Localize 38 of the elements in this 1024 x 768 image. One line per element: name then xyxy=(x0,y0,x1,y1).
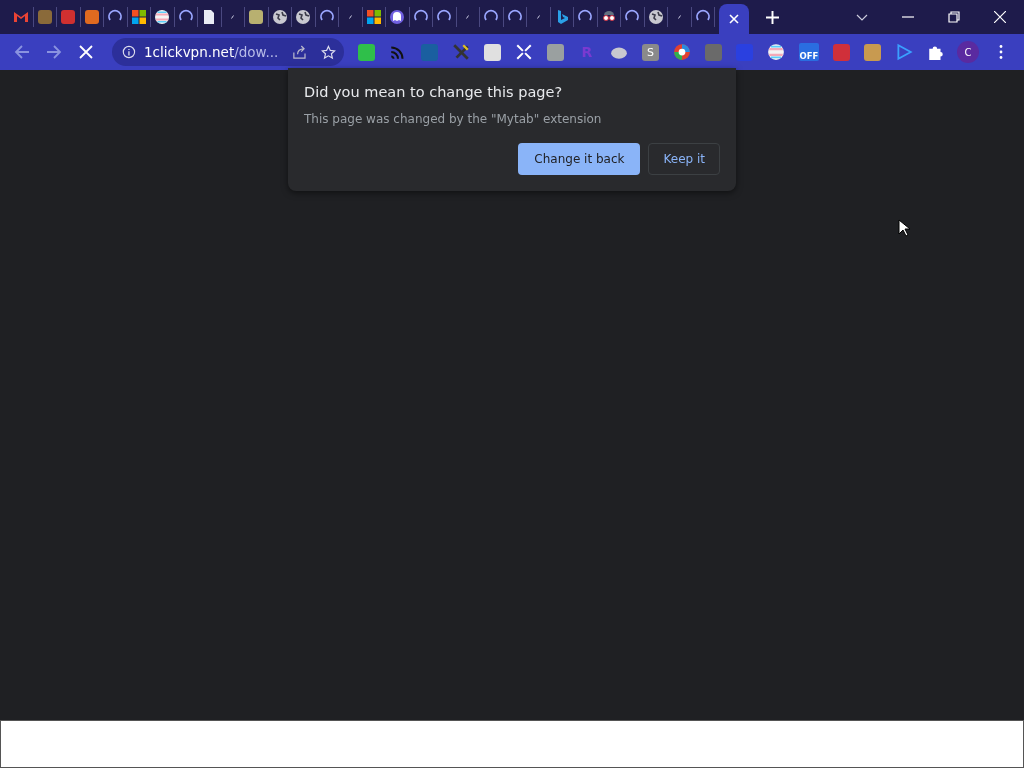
browser-logo-icon[interactable] xyxy=(673,43,691,61)
restore-icon[interactable] xyxy=(948,11,960,23)
windows-icon xyxy=(130,9,147,25)
keep-button[interactable]: Keep it xyxy=(648,143,720,175)
dialog-title: Did you mean to change this page? xyxy=(304,84,564,100)
back-icon[interactable] xyxy=(14,44,30,60)
extension-icon[interactable] xyxy=(864,43,881,61)
forward-icon[interactable] xyxy=(46,44,62,60)
dialog-message: This page was changed by the "Mytab" extension xyxy=(304,112,603,126)
info-icon xyxy=(122,45,136,59)
mail-icon xyxy=(13,9,30,25)
cross-icon[interactable] xyxy=(515,43,533,61)
share-icon[interactable] xyxy=(292,44,308,60)
new-tab-icon[interactable] xyxy=(766,10,779,24)
change-back-button[interactable]: Change it back xyxy=(518,143,641,175)
flag-icon[interactable] xyxy=(767,43,785,61)
windows-icon xyxy=(365,9,382,25)
profile-avatar[interactable]: C xyxy=(957,41,979,63)
flag-icon xyxy=(154,9,171,25)
extension-badge[interactable]: OFF xyxy=(799,43,819,61)
close-tab-icon[interactable] xyxy=(729,14,739,24)
url-text: 1clickvpn.net/dow... xyxy=(143,44,279,60)
ghost-icon xyxy=(389,9,406,25)
star-icon[interactable] xyxy=(321,44,336,60)
tools-icon[interactable] xyxy=(452,43,470,61)
active-tab[interactable] xyxy=(719,4,749,34)
close-icon[interactable] xyxy=(994,11,1006,23)
play-icon[interactable] xyxy=(895,43,913,61)
address-bar[interactable]: 1clickvpn.net/dow... xyxy=(112,38,344,66)
cursor-icon xyxy=(898,219,910,237)
extension-icon[interactable] xyxy=(547,43,564,61)
globe-icon xyxy=(271,9,288,25)
extension-icon[interactable] xyxy=(484,43,501,61)
globe-icon xyxy=(647,9,664,25)
stop-icon[interactable] xyxy=(78,44,94,60)
extension-icon[interactable] xyxy=(358,43,375,61)
menu-icon[interactable] xyxy=(999,44,1003,60)
globe-icon xyxy=(295,9,312,25)
